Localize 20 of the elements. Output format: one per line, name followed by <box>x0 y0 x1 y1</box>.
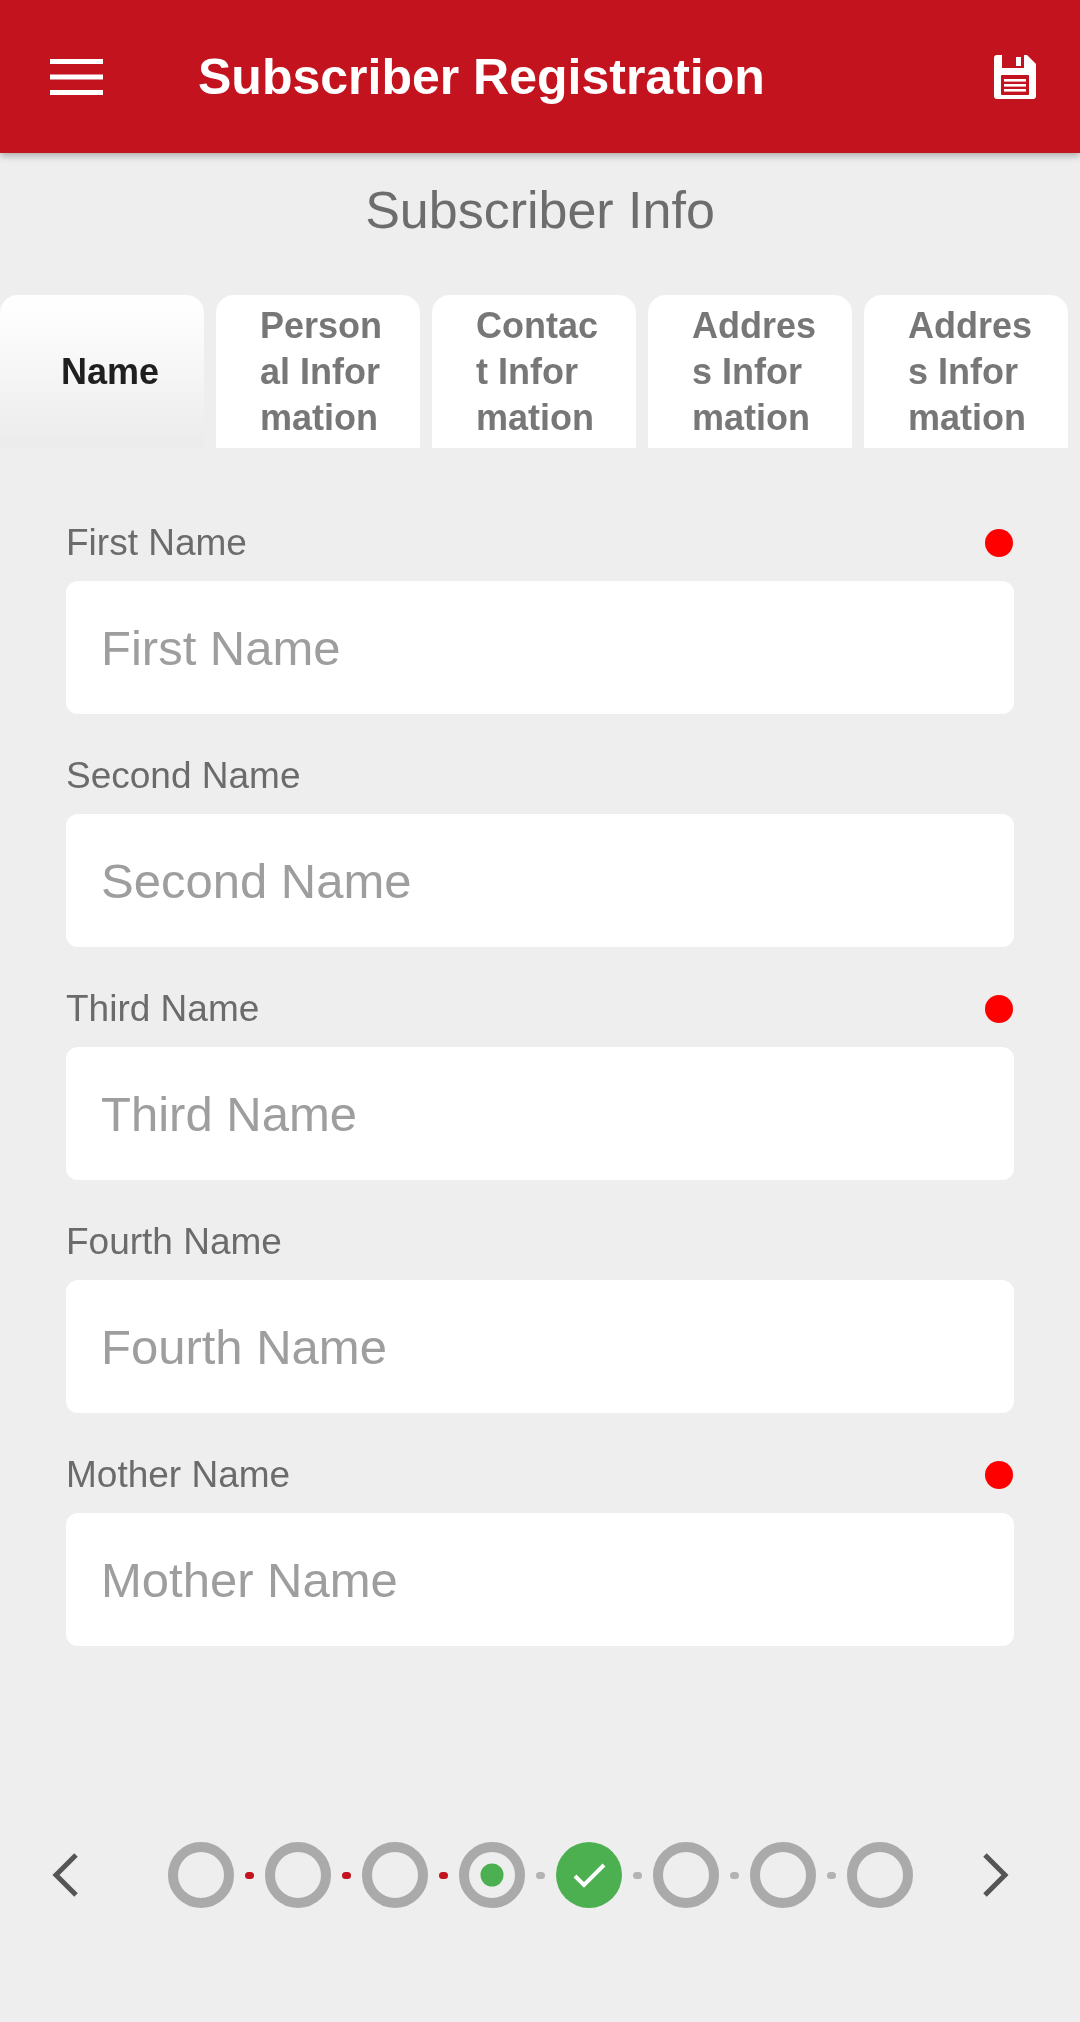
tab[interactable]: Personal Information <box>216 295 420 448</box>
input-field[interactable]: Fourth Name <box>66 1280 1014 1413</box>
tab[interactable]: Address Information <box>864 295 1068 448</box>
field-label: Second Name <box>66 754 301 798</box>
chevron-right-icon[interactable] <box>982 1853 1009 1897</box>
input-field[interactable]: Mother Name <box>66 1513 1014 1646</box>
input-field[interactable]: First Name <box>66 581 1014 714</box>
tab[interactable]: Contact Information <box>432 295 636 448</box>
field-label: Mother Name <box>66 1453 291 1497</box>
field-label: Third Name <box>66 987 260 1031</box>
input-field[interactable]: Third Name <box>66 1047 1014 1180</box>
save-icon[interactable] <box>994 54 1036 99</box>
menu-icon[interactable] <box>50 58 103 95</box>
field-label: Fourth Name <box>66 1220 282 1264</box>
tab[interactable]: Address Information <box>648 295 852 448</box>
field-label: First Name <box>66 521 247 565</box>
input-field[interactable]: Second Name <box>66 814 1014 947</box>
app-title: Subscriber Registration <box>198 47 765 107</box>
section-title: Subscriber Info <box>364 180 716 241</box>
chevron-left-icon[interactable] <box>52 1853 79 1897</box>
